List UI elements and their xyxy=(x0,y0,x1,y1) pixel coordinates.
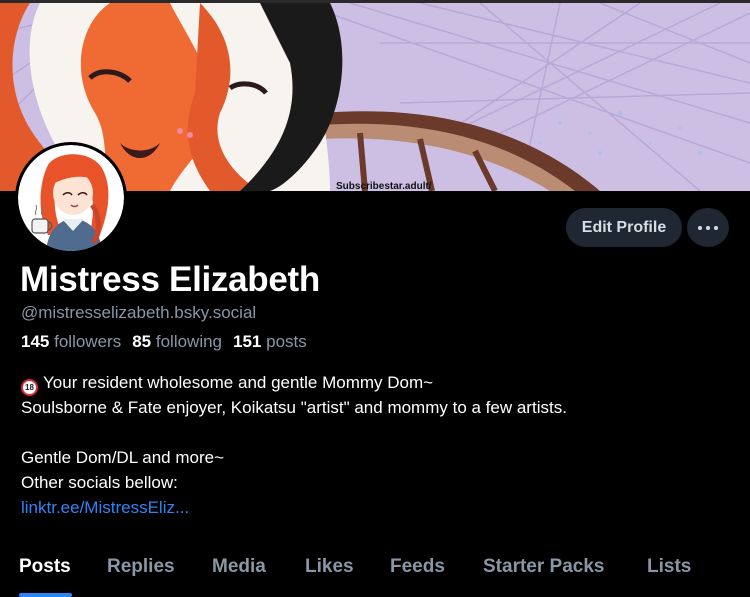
banner-watermark: Subscribestar.adult/ xyxy=(336,181,432,191)
bio-blank-line xyxy=(21,420,567,445)
more-options-button[interactable] xyxy=(687,208,729,247)
bio-line-1-text: Your resident wholesome and gentle Mommy… xyxy=(43,373,434,392)
profile-handle: @mistresselizabeth.bsky.social xyxy=(21,303,257,322)
posts-label: posts xyxy=(266,332,307,351)
posts-stat: 151 posts xyxy=(233,332,307,351)
followers-label: followers xyxy=(54,332,122,351)
bio-link[interactable]: linktr.ee/MistressEliz... xyxy=(21,498,189,517)
active-tab-indicator xyxy=(19,593,72,597)
no-under-18-icon: 18 xyxy=(21,379,38,396)
tab-posts[interactable]: Posts xyxy=(19,556,71,578)
bio-line-1: 18 Your resident wholesome and gentle Mom… xyxy=(21,370,567,396)
display-name: Mistress Elizabeth xyxy=(20,260,320,299)
following-label: following xyxy=(155,332,223,351)
tab-lists[interactable]: Lists xyxy=(647,556,691,578)
edit-profile-button[interactable]: Edit Profile xyxy=(566,208,682,247)
bio-line-3: Gentle Dom/DL and more~ xyxy=(21,448,224,467)
avatar[interactable] xyxy=(15,142,127,254)
followers-count: 145 xyxy=(21,332,50,351)
bio-line-4: Other socials bellow: xyxy=(21,473,178,492)
profile-tabs: Posts Replies Media Likes Feeds Starter … xyxy=(0,548,750,597)
profile-bio: 18 Your resident wholesome and gentle Mom… xyxy=(21,370,567,520)
tab-replies[interactable]: Replies xyxy=(107,556,175,578)
tab-feeds[interactable]: Feeds xyxy=(390,556,445,578)
tab-media[interactable]: Media xyxy=(212,556,266,578)
following-stat[interactable]: 85 following xyxy=(132,332,222,351)
tab-likes[interactable]: Likes xyxy=(305,556,354,578)
bio-line-2: Soulsborne & Fate enjoyer, Koikatsu "art… xyxy=(21,398,567,417)
posts-count: 151 xyxy=(233,332,262,351)
profile-stats: 145 followers 85 following 151 posts xyxy=(21,332,307,352)
ellipsis-icon xyxy=(698,225,718,230)
avatar-image xyxy=(18,145,124,251)
tab-starter-packs[interactable]: Starter Packs xyxy=(483,556,604,578)
following-count: 85 xyxy=(132,332,152,351)
followers-stat[interactable]: 145 followers xyxy=(21,332,121,351)
